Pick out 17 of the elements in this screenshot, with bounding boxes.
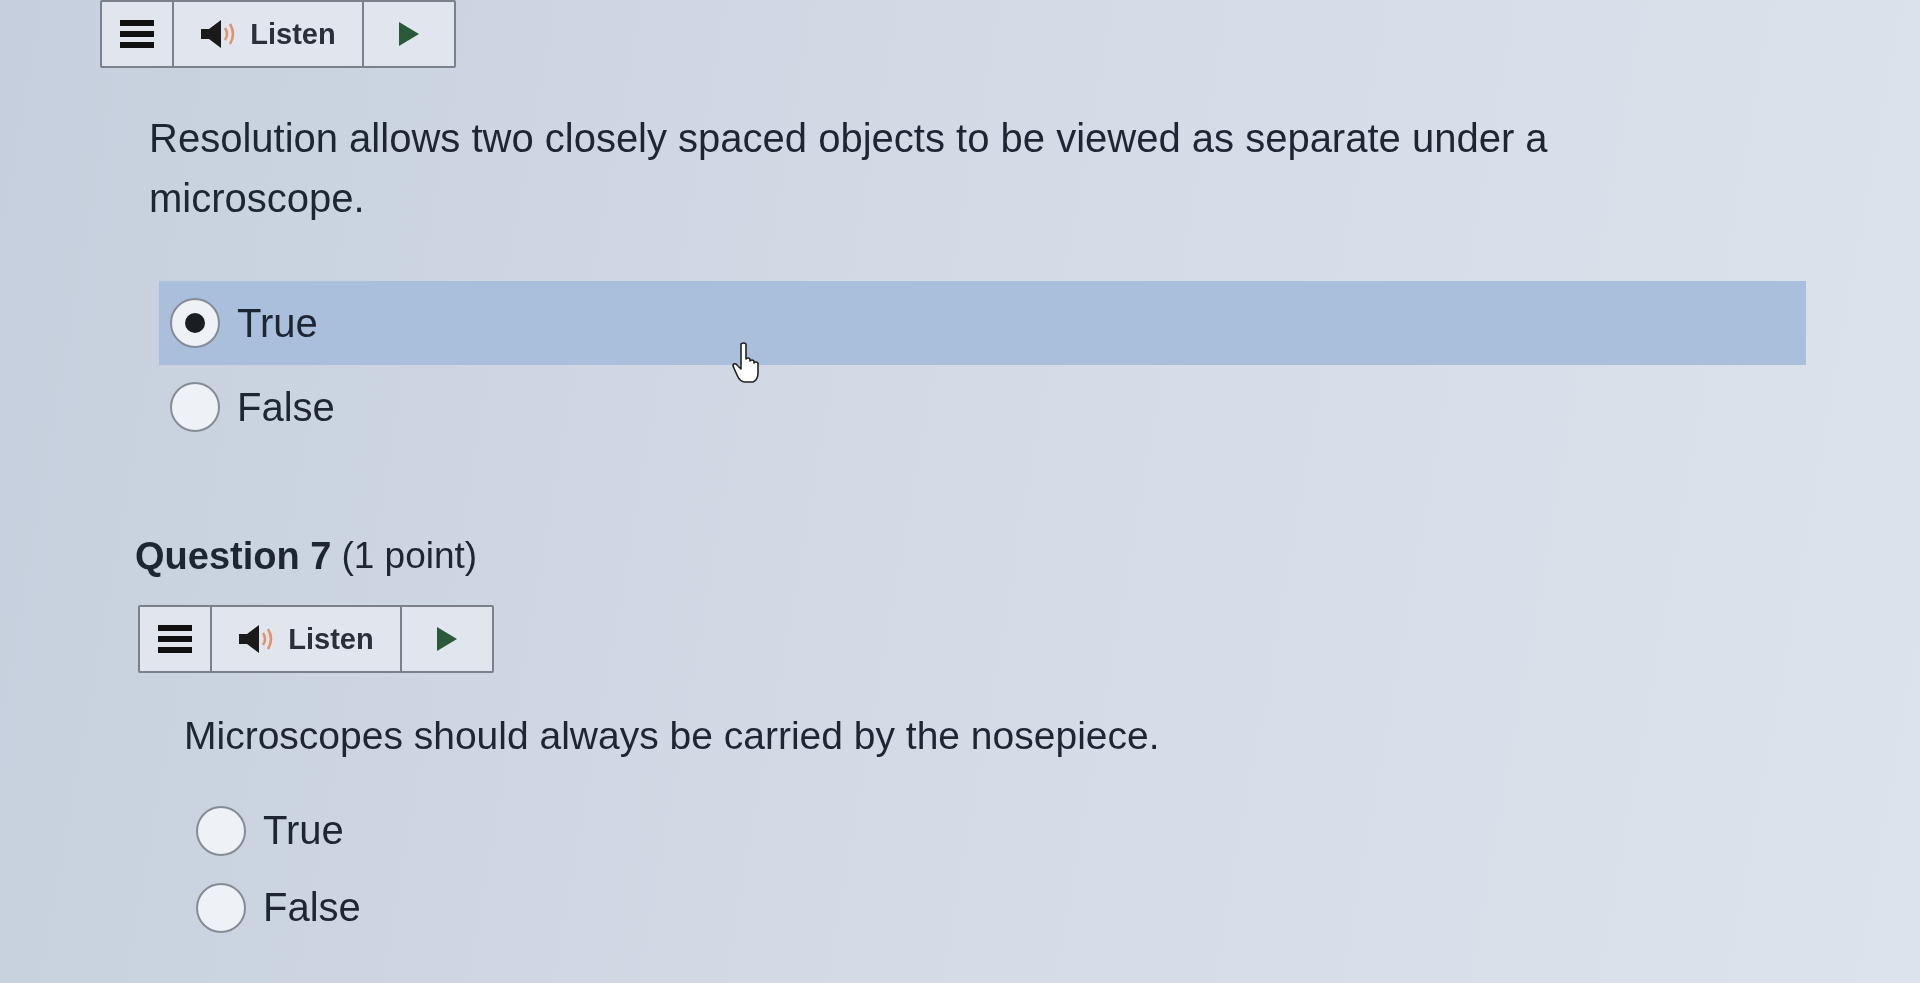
play-icon [437,627,457,651]
menu-icon [120,20,154,48]
hand-cursor-icon [732,342,762,384]
option-label[interactable]: False [263,885,361,930]
radio-button[interactable] [170,382,220,432]
radio-button[interactable] [170,298,220,348]
menu-icon [158,625,192,653]
option-label[interactable]: True [263,808,344,853]
play-icon [399,22,419,46]
option-label[interactable]: False [237,384,335,430]
radio-button[interactable] [196,882,246,933]
question-heading: Question 7 [135,534,332,578]
question-text: Microscopes should always be carried by the nosepiece. [184,713,1160,759]
question-text: Resolution allows two closely spaced objects to be viewed as separate under a microscope. [149,115,1549,222]
option-label[interactable]: True [237,300,318,346]
question-points: (1 point) [341,535,478,577]
radio-button[interactable] [196,805,246,856]
